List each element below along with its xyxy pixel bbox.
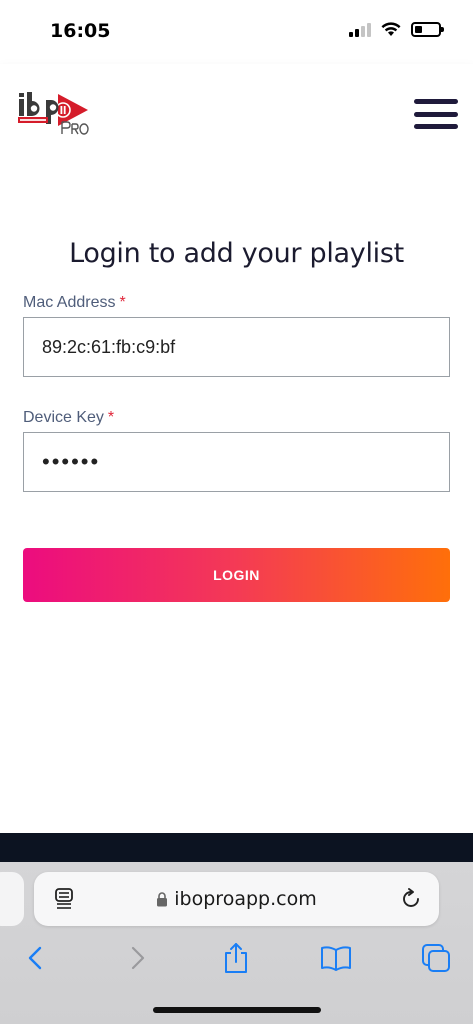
cellular-signal-icon [349,22,371,37]
device-key-label-text: Device Key [23,409,104,426]
hamburger-menu-button[interactable] [414,99,458,129]
status-icons [349,22,444,37]
url-display[interactable]: iboproapp.com [34,872,439,926]
tabs-button[interactable] [416,938,456,978]
back-icon [28,946,42,970]
login-form: Login to add your playlist Mac Address * … [0,171,473,833]
wifi-icon [381,22,401,36]
bookmarks-icon [321,946,351,971]
reload-icon[interactable] [399,887,423,911]
mac-address-input[interactable] [23,317,450,377]
share-icon [225,943,247,973]
hamburger-icon-bar [414,111,458,117]
battery-icon [411,22,444,37]
ibo-player-pro-logo[interactable] [18,90,90,138]
address-bar[interactable]: iboproapp.com [34,872,439,926]
mac-address-label-text: Mac Address [23,294,116,311]
hamburger-icon-bar [414,99,458,104]
back-button[interactable] [15,938,55,978]
page-title: Login to add your playlist [69,238,404,269]
url-text: iboproapp.com [174,888,317,910]
device-key-label: Device Key * [23,409,114,427]
lock-icon [157,891,168,906]
login-button[interactable]: LOGIN [23,548,450,602]
hamburger-icon-bar [414,124,458,129]
page-footer-strip [0,833,473,862]
required-marker: * [107,409,115,426]
site-header [0,64,473,171]
browser-toolbar [0,938,473,978]
forward-icon [131,946,145,970]
device-key-input[interactable]: •••••• [23,432,450,492]
forward-button[interactable] [118,938,158,978]
status-bar: 16:05 [0,0,473,64]
previous-tab-card[interactable] [0,872,24,926]
browser-bottom-bar: iboproapp.com [0,862,473,1024]
share-button[interactable] [216,938,256,978]
home-indicator[interactable] [153,1007,321,1013]
status-time: 16:05 [50,20,111,42]
mac-address-label: Mac Address * [23,294,126,312]
bookmarks-button[interactable] [316,938,356,978]
battery-fill [415,26,422,33]
required-marker: * [119,294,126,311]
tabs-icon [422,944,450,972]
